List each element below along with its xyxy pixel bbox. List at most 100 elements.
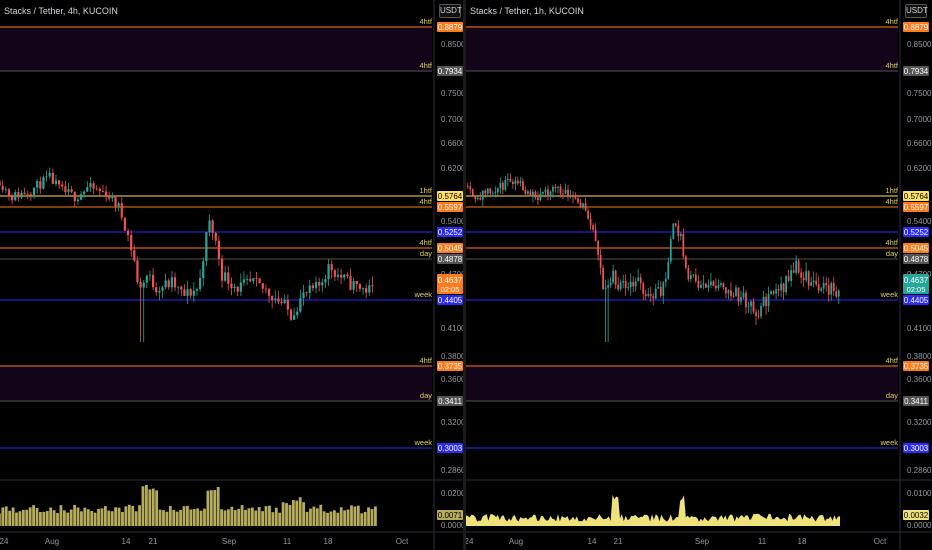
candle-body	[45, 176, 48, 178]
time-axis-label: Aug	[509, 537, 523, 546]
candle-body	[797, 260, 800, 273]
candle-body	[687, 267, 690, 280]
candle-body	[637, 277, 640, 282]
candle-body	[567, 189, 569, 198]
candle-body	[277, 298, 280, 302]
candle-body	[552, 186, 554, 192]
candle-body	[602, 267, 604, 289]
chart-pane-4h[interactable]: 0.85000.75000.70000.66000.62000.54000.47…	[0, 0, 463, 550]
candle-body	[255, 278, 258, 279]
candle-body	[79, 194, 83, 200]
candle-body	[710, 281, 712, 285]
price-tick-label: 0.6200	[441, 164, 463, 173]
price-chart-1h[interactable]: 0.85000.75000.70000.66000.62000.54000.47…	[466, 0, 932, 550]
candle-body	[664, 278, 667, 283]
candle-body	[514, 180, 517, 184]
candle-body	[622, 280, 625, 283]
candle-body	[732, 296, 735, 297]
candle-body	[0, 180, 1, 186]
countdown-label: 02:05	[907, 285, 926, 294]
candle-body	[537, 197, 539, 201]
candle-body	[760, 305, 762, 317]
candle-body	[644, 293, 647, 296]
volume-bar	[254, 510, 258, 526]
candle-body	[491, 192, 494, 194]
currency-button[interactable]: USDT	[439, 4, 462, 18]
candle-body	[105, 191, 108, 197]
candle-body	[283, 299, 286, 304]
level-price-label: 0.4878	[904, 255, 929, 264]
volume-bar	[213, 490, 217, 526]
volume-bar	[90, 510, 94, 526]
level-tag-label: week	[413, 290, 432, 299]
candle-body	[614, 270, 617, 285]
volume-bar	[261, 511, 265, 526]
candle-body	[617, 284, 620, 290]
volume-tick-label: 0.0200	[441, 489, 463, 498]
candle-body	[311, 285, 314, 289]
candle-body	[20, 192, 23, 198]
candle-body	[26, 194, 29, 196]
candle-body	[117, 203, 120, 207]
candle-body	[39, 181, 42, 189]
chart-pane-1h[interactable]: 0.85000.75000.70000.66000.62000.54000.47…	[466, 0, 932, 550]
level-price-label: 0.4637	[904, 276, 929, 285]
candle-body	[542, 192, 544, 194]
price-tick-label: 0.3800	[907, 352, 932, 361]
symbol-title[interactable]: Stacks / Tether, 1h, KUCOIN	[470, 6, 584, 16]
volume-bar	[257, 507, 261, 526]
volume-bar	[86, 509, 90, 526]
candle-body	[584, 203, 587, 211]
candle-body	[767, 293, 770, 307]
currency-button[interactable]: USDT	[905, 4, 928, 18]
candle-body	[36, 181, 39, 188]
price-tick-label: 0.2860	[907, 466, 932, 475]
candle-body	[4, 189, 7, 191]
volume-bar	[8, 510, 12, 526]
level-price-label: 0.3735	[904, 362, 929, 371]
candle-body	[83, 191, 86, 195]
volume-bar	[151, 488, 155, 526]
supply-zone	[466, 27, 898, 71]
candle-body	[745, 292, 747, 308]
candle-body	[599, 254, 602, 268]
level-price-label: 0.8879	[438, 23, 463, 32]
price-chart-4h[interactable]: 0.85000.75000.70000.66000.62000.54000.47…	[0, 0, 463, 550]
candle-body	[770, 291, 772, 294]
volume-bar	[62, 510, 66, 526]
candle-body	[1, 185, 4, 190]
symbol-title[interactable]: Stacks / Tether, 4h, KUCOIN	[4, 6, 118, 16]
candle-body	[61, 184, 64, 187]
candle-body	[286, 299, 289, 310]
candle-body	[133, 250, 136, 261]
price-tick-label: 0.8500	[907, 40, 932, 49]
candle-body	[594, 229, 597, 242]
candle-body	[672, 223, 675, 240]
candle-body	[139, 282, 142, 288]
candle-body	[489, 188, 492, 194]
candle-body	[267, 289, 271, 296]
candle-body	[659, 286, 662, 296]
volume-bar	[240, 505, 244, 526]
candle-body	[727, 290, 730, 294]
candle-body	[186, 289, 189, 296]
price-tick-label: 0.3200	[441, 418, 463, 427]
volume-bar	[192, 509, 196, 526]
volume-bar	[220, 509, 223, 526]
candle-body	[302, 292, 305, 299]
candle-body	[499, 182, 502, 189]
volume-bar	[268, 505, 271, 526]
volume-bar	[52, 510, 56, 526]
candle-body	[261, 283, 264, 289]
volume-bar	[209, 490, 213, 526]
candle-body	[365, 287, 368, 293]
candle-body	[652, 296, 655, 299]
level-tag-label: 1htf	[419, 186, 432, 195]
candle-body	[740, 297, 742, 302]
candle-body	[355, 280, 358, 285]
candle-body	[54, 180, 58, 184]
candle-body	[762, 296, 765, 306]
level-price-label: 0.5764	[438, 192, 463, 201]
candle-body	[694, 274, 697, 281]
candle-body	[684, 256, 687, 268]
